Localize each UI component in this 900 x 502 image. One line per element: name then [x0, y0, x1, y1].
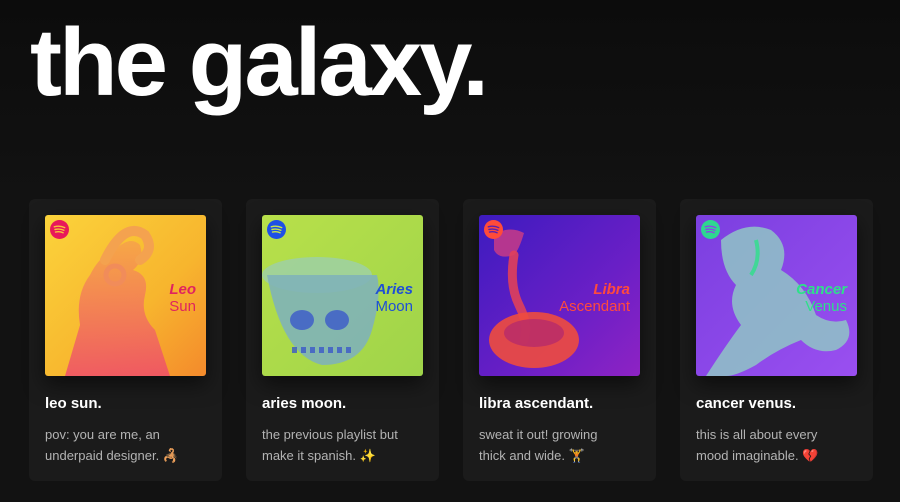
playlist-description: this is all about every mood imaginable.… [696, 424, 864, 466]
description-line: underpaid designer. 🦂 [45, 448, 179, 463]
playlist-card-aries-moon[interactable]: Aries Moon aries moon. the previous play… [246, 199, 439, 481]
cover-placement: Venus [805, 298, 847, 315]
playlist-description: sweat it out! growing thick and wide. 🏋 [479, 424, 647, 466]
page-title: the galaxy. [30, 9, 489, 116]
playlist-title[interactable]: leo sun. [45, 395, 102, 412]
cover-placement: Sun [169, 298, 196, 315]
playlist-card-leo-sun[interactable]: Leo Sun leo sun. pov: you are me, an und… [29, 199, 222, 481]
playlist-card-cancer-venus[interactable]: Cancer Venus cancer venus. this is all a… [680, 199, 873, 481]
spotify-logo-icon [50, 220, 69, 239]
description-line: mood imaginable. 💔 [696, 448, 819, 463]
playlist-cover[interactable]: Aries Moon [262, 215, 423, 376]
cover-placement: Moon [375, 298, 413, 315]
spotify-logo-icon [267, 220, 286, 239]
spotify-logo-icon [701, 220, 720, 239]
playlist-cover[interactable]: Leo Sun [45, 215, 206, 376]
playlist-cover[interactable]: Cancer Venus [696, 215, 857, 376]
cover-label: Libra Ascendant [559, 281, 630, 315]
description-line: this is all about every [696, 427, 818, 442]
cover-label: Aries Moon [375, 281, 413, 315]
playlist-card-libra-ascendant[interactable]: Libra Ascendant libra ascendant. sweat i… [463, 199, 656, 481]
playlist-title[interactable]: cancer venus. [696, 395, 796, 412]
playlist-cover[interactable]: Libra Ascendant [479, 215, 640, 376]
cover-sign: Leo [169, 281, 196, 298]
cover-sign: Aries [375, 281, 413, 298]
description-line: make it spanish. ✨ [262, 448, 376, 463]
description-line: the previous playlist but [262, 427, 398, 442]
playlist-description: pov: you are me, an underpaid designer. … [45, 424, 213, 466]
playlist-title[interactable]: aries moon. [262, 395, 346, 412]
description-line: pov: you are me, an [45, 427, 160, 442]
cover-label: Cancer Venus [796, 281, 847, 315]
description-line: sweat it out! growing [479, 427, 598, 442]
playlist-description: the previous playlist but make it spanis… [262, 424, 430, 466]
playlist-grid: Leo Sun leo sun. pov: you are me, an und… [29, 199, 879, 481]
description-line: thick and wide. 🏋 [479, 448, 585, 463]
cover-label: Leo Sun [169, 281, 196, 315]
spotify-logo-icon [484, 220, 503, 239]
cover-sign: Cancer [796, 281, 847, 298]
cover-placement: Ascendant [559, 298, 630, 315]
cover-sign: Libra [593, 281, 630, 298]
playlist-title[interactable]: libra ascendant. [479, 395, 593, 412]
